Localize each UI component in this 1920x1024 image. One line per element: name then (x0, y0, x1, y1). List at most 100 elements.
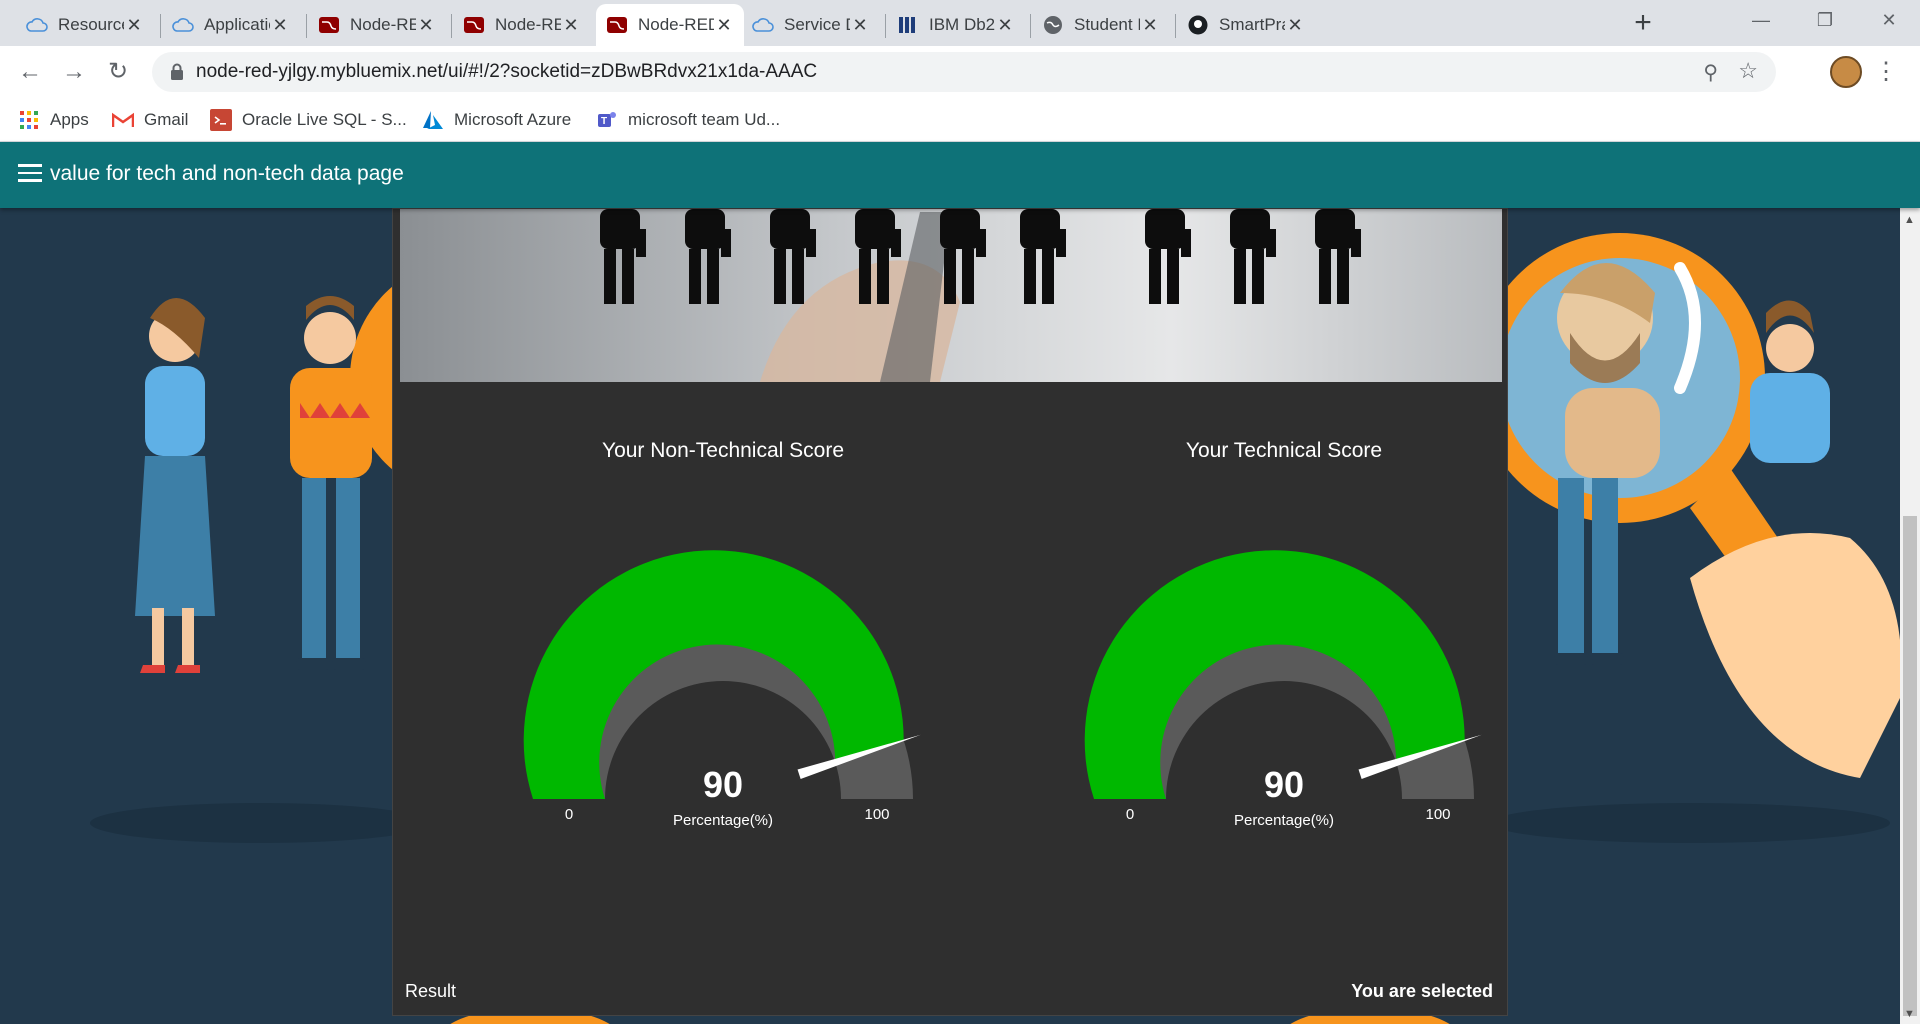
tab-separator (885, 14, 886, 38)
dashboard-header: value for tech and non-tech data page (0, 142, 1920, 208)
url-text: node-red-yjlgy.mybluemix.net/ui/#!/2?soc… (196, 61, 818, 82)
tab-separator (306, 14, 307, 38)
close-tab-icon[interactable]: ✕ (270, 15, 290, 36)
back-icon[interactable]: ← (14, 56, 46, 88)
db2-icon (897, 14, 919, 36)
gauge-min-label: 0 (565, 806, 573, 823)
apps-grid-icon (18, 109, 40, 131)
tab-label: IBM Db2 on (929, 15, 995, 34)
node-red-icon (318, 14, 340, 36)
browser-tab[interactable]: Resource list✕ (16, 4, 154, 46)
bookmark-label: microsoft team Ud... (628, 110, 781, 129)
browser-tab[interactable]: Node-RED D✕ (596, 4, 744, 46)
browser-tab-strip: Resource list✕Application✕Node-RED :✕Nod… (0, 0, 1920, 46)
browser-toolbar: ← → ↻ node-red-yjlgy.mybluemix.net/ui/#!… (0, 46, 1920, 98)
gauge-title: Your Non-Technical Score (601, 439, 845, 462)
gauge-max-label: 100 (1425, 806, 1450, 823)
tab-separator (1030, 14, 1031, 38)
forward-icon[interactable]: → (58, 56, 90, 88)
close-tab-icon[interactable]: ✕ (714, 15, 734, 36)
gauge-units: Percentage(%) (1234, 812, 1334, 829)
tab-label: Node-RED D (495, 15, 561, 34)
close-tab-icon[interactable]: ✕ (416, 15, 436, 36)
new-tab-button[interactable]: + (1628, 6, 1658, 42)
browser-tab[interactable]: Node-RED D✕ (453, 4, 591, 46)
tab-separator (160, 14, 161, 38)
gauge-units: Percentage(%) (673, 812, 773, 829)
bookmark-label: Gmail (144, 110, 189, 129)
gauge-max-label: 100 (864, 806, 889, 823)
restore-button[interactable]: ❐ (1798, 0, 1852, 40)
browser-tab[interactable]: Student Das✕ (1032, 4, 1170, 46)
azure-icon (422, 109, 444, 131)
browser-tab[interactable]: Service Deta✕ (742, 4, 880, 46)
gauge-value: 90 (1264, 764, 1304, 805)
bookmark-star-icon[interactable]: ☆ (1738, 58, 1758, 84)
browser-tab[interactable]: IBM Db2 on✕ (887, 4, 1025, 46)
close-tab-icon[interactable]: ✕ (995, 15, 1015, 36)
dashboard-card: 90 Percentage(%) 0 100 Your Non-Technical S… (392, 208, 1508, 1016)
bookmark-item[interactable]: Gmail (112, 104, 188, 136)
svg-text:T: T (601, 116, 607, 127)
scroll-down-icon[interactable]: ▼ (1904, 1008, 1915, 1020)
browser-menu-icon[interactable]: ⋮ (1874, 56, 1898, 88)
page-scrollbar[interactable]: ▲ ▼ (1900, 208, 1920, 1024)
browser-tab[interactable]: Application✕ (162, 4, 300, 46)
bookmark-item[interactable]: Microsoft Azure (422, 104, 571, 136)
non-technical-score-gauge: 90 Percentage(%) 0 100 Your Non-Technical S… (493, 439, 953, 829)
tab-label: Application (204, 15, 270, 34)
hamburger-menu-icon[interactable] (18, 164, 42, 184)
oracle-sql-icon (210, 109, 232, 131)
browser-tab[interactable]: SmartPractic✕ (1177, 4, 1315, 46)
bookmark-item[interactable]: Apps (18, 104, 89, 136)
gmail-icon (112, 109, 134, 131)
close-tab-icon[interactable]: ✕ (561, 15, 581, 36)
gauge-title: Your Technical Score (1185, 439, 1383, 462)
tab-label: Service Deta (784, 15, 850, 34)
close-window-button[interactable]: ✕ (1862, 0, 1916, 40)
node-red-icon (606, 14, 628, 36)
scrollbar-thumb[interactable] (1903, 516, 1917, 1016)
gauge-dial: 90 Percentage(%) 0 100 (1084, 550, 1482, 829)
teams-icon: T (596, 109, 618, 131)
zoom-icon[interactable]: ⚲ (1703, 60, 1718, 85)
tab-label: Node-RED D (638, 15, 714, 34)
address-bar[interactable]: node-red-yjlgy.mybluemix.net/ui/#!/2?soc… (152, 52, 1776, 92)
tab-label: Student Das (1074, 15, 1140, 34)
bookmark-label: Apps (50, 110, 89, 129)
gauge-min-label: 0 (1126, 806, 1134, 823)
close-tab-icon[interactable]: ✕ (850, 15, 870, 36)
profile-avatar[interactable] (1830, 56, 1862, 88)
ibm-cloud-icon (172, 14, 194, 36)
bookmarks-bar: Apps Gmail Oracle Live SQL - S... Microsoft… (0, 98, 1920, 142)
close-tab-icon[interactable]: ✕ (1285, 15, 1305, 36)
selection-status-text: You are selected (1351, 981, 1493, 1001)
business-people-banner-image (400, 209, 1502, 382)
bookmark-label: Oracle Live SQL - S... (242, 110, 407, 129)
browser-tab[interactable]: Node-RED :✕ (308, 4, 446, 46)
technical-score-gauge: 90 Percentage(%) 0 100 Your Technical Score (1054, 439, 1514, 829)
close-tab-icon[interactable]: ✕ (124, 15, 144, 36)
result-label: Result (405, 981, 457, 1001)
close-tab-icon[interactable]: ✕ (1140, 15, 1160, 36)
gauge-value: 90 (703, 764, 743, 805)
scroll-up-icon[interactable]: ▲ (1904, 214, 1915, 226)
ibm-cloud-icon (26, 14, 48, 36)
page-title: value for tech and non-tech data page (50, 162, 404, 185)
tab-label: Node-RED : (350, 15, 416, 34)
bookmark-label: Microsoft Azure (454, 110, 572, 129)
tab-separator (451, 14, 452, 38)
node-red-icon (463, 14, 485, 36)
tab-label: Resource list (58, 15, 124, 34)
ibm-cloud-icon (752, 14, 774, 36)
bookmark-item[interactable]: Oracle Live SQL - S... (210, 104, 407, 136)
globe-icon (1042, 14, 1064, 36)
lock-icon (171, 63, 183, 80)
bookmark-item[interactable]: Tmicrosoft team Ud... (596, 104, 780, 136)
github-icon (1187, 14, 1209, 36)
reload-icon[interactable]: ↻ (102, 56, 134, 88)
tab-separator (1175, 14, 1176, 38)
minimize-button[interactable]: — (1734, 0, 1788, 40)
tab-label: SmartPractic (1219, 15, 1285, 34)
gauge-dial: 90 Percentage(%) 0 100 (523, 550, 921, 829)
